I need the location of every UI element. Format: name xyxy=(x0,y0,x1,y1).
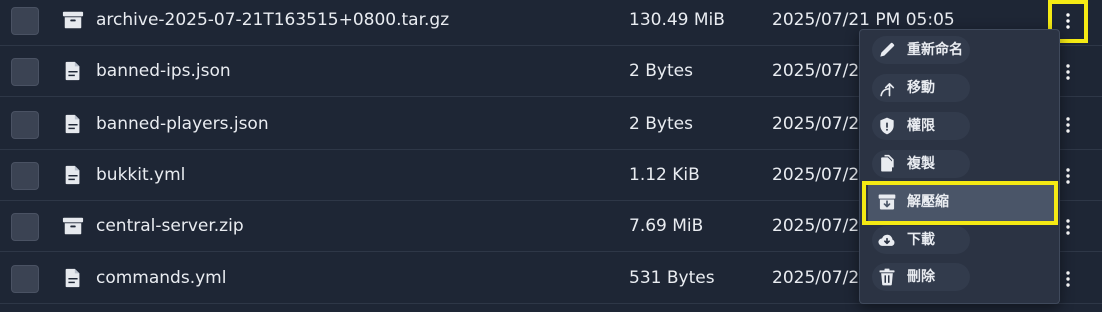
copy-icon xyxy=(881,154,894,172)
menu-item-delete[interactable]: 刪除 xyxy=(866,259,1054,295)
file-icon xyxy=(65,114,80,134)
kebab-menu-icon xyxy=(1066,168,1070,184)
file-name[interactable]: banned-players.json xyxy=(96,113,269,135)
menu-item-decompress[interactable]: 解壓縮 xyxy=(866,184,1058,222)
file-name[interactable]: banned-ips.json xyxy=(96,60,231,82)
row-checkbox[interactable] xyxy=(11,162,39,190)
move-arrow-icon xyxy=(880,83,895,97)
file-date: 2025/07/21 PM 05:05 xyxy=(772,10,955,30)
kebab-menu-icon xyxy=(1066,13,1070,29)
row-checkbox[interactable] xyxy=(11,7,39,35)
menu-item-label: 複製 xyxy=(907,156,935,172)
decompress-icon xyxy=(878,194,896,210)
row-checkbox[interactable] xyxy=(11,58,39,86)
file-size: 1.12 KiB xyxy=(629,165,700,185)
row-checkbox[interactable] xyxy=(11,213,39,241)
file-name[interactable]: commands.yml xyxy=(96,267,226,289)
pencil-icon xyxy=(880,42,895,57)
file-name[interactable]: archive-2025-07-21T163515+0800.tar.gz xyxy=(96,9,449,31)
menu-item-label: 重新命名 xyxy=(907,42,963,58)
menu-item-label: 解壓縮 xyxy=(907,194,949,210)
menu-item-copy[interactable]: 複製 xyxy=(866,146,1054,182)
context-menu: 重新命名 移動 權限 複製 解壓縮 下載 刪除 xyxy=(859,29,1060,304)
row-checkbox[interactable] xyxy=(11,111,39,139)
file-date: 2025/07/2 xyxy=(772,268,860,288)
cloud-download-icon xyxy=(878,234,895,246)
file-date: 2025/07/2 xyxy=(772,165,860,185)
file-icon xyxy=(65,165,80,185)
file-date: 2025/07/2 xyxy=(772,114,860,134)
file-name[interactable]: central-server.zip xyxy=(96,215,244,237)
shield-icon xyxy=(880,117,894,135)
archive-icon xyxy=(62,11,84,29)
file-name[interactable]: bukkit.yml xyxy=(96,164,185,186)
menu-item-download[interactable]: 下載 xyxy=(866,222,1054,258)
menu-item-rename[interactable]: 重新命名 xyxy=(866,32,1054,68)
file-date: 2025/07/2 xyxy=(772,61,860,81)
archive-icon xyxy=(62,217,84,235)
row-checkbox[interactable] xyxy=(11,265,39,293)
menu-item-label: 移動 xyxy=(907,80,935,96)
file-icon xyxy=(65,268,80,288)
file-size: 2 Bytes xyxy=(629,61,693,81)
file-size: 531 Bytes xyxy=(629,268,715,288)
kebab-menu-icon xyxy=(1066,271,1070,287)
file-size: 2 Bytes xyxy=(629,114,693,134)
file-date: 2025/07/2 xyxy=(772,216,860,236)
menu-item-permissions[interactable]: 權限 xyxy=(866,108,1054,144)
file-size: 130.49 MiB xyxy=(629,10,725,30)
file-size: 7.69 MiB xyxy=(629,216,704,236)
kebab-menu-icon xyxy=(1066,219,1070,235)
more-options-button[interactable] xyxy=(1056,8,1080,34)
menu-item-label: 刪除 xyxy=(907,269,935,285)
kebab-menu-icon xyxy=(1066,64,1070,80)
kebab-menu-icon xyxy=(1066,117,1070,133)
file-icon xyxy=(65,61,80,81)
menu-item-move[interactable]: 移動 xyxy=(866,70,1054,106)
trash-icon xyxy=(879,268,895,286)
menu-item-label: 下載 xyxy=(907,232,935,248)
menu-item-label: 權限 xyxy=(907,118,935,134)
